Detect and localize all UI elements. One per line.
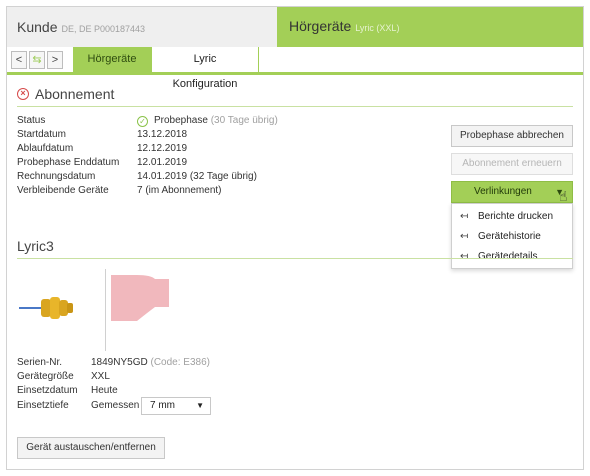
error-circle-icon: × — [17, 88, 29, 100]
status-note: (30 Tage übrig) — [210, 115, 278, 126]
hearing-aid-image — [19, 297, 73, 319]
rechnungsdatum-value: 14.01.2019 (32 Tage übrig) — [137, 171, 257, 182]
caret-down-icon: ▼ — [196, 401, 204, 410]
depth-mode: Gemessen — [91, 400, 140, 411]
date-label: Einsetzdatum — [17, 385, 78, 396]
verbleibende-geraete-value: 7 (im Abonnement) — [137, 185, 222, 196]
check-circle-icon: ✓ — [137, 116, 148, 127]
device-title: Hörgeräte — [289, 18, 352, 34]
abonnement-title: Abonnement — [35, 86, 115, 102]
rechnungsdatum-label: Rechnungsdatum — [17, 171, 96, 182]
nav-swap-button[interactable]: ⇆ — [29, 51, 45, 69]
depth-select[interactable]: 7 mm ▼ — [141, 397, 211, 415]
image-divider — [105, 269, 106, 351]
verlinkungen-label: Verlinkungen — [474, 186, 532, 197]
date-value: Heute — [91, 385, 118, 396]
startdatum-value: 13.12.2018 — [137, 129, 188, 140]
startdatum-label: Startdatum — [17, 129, 66, 140]
device-model: Lyric (XXL) — [355, 23, 400, 33]
status-label: Status — [17, 115, 46, 126]
serial-label: Serien-Nr. — [17, 357, 63, 368]
geraet-austauschen-button[interactable]: Gerät austauschen/entfernen — [17, 437, 165, 459]
tab-hoergeraete[interactable]: Hörgeräte — [73, 47, 151, 72]
size-value: XXL — [91, 371, 110, 382]
device-header: Hörgeräte Lyric (XXL) — [277, 7, 583, 47]
abonnement-erneuern-button[interactable]: Abonnement erneuern — [451, 153, 573, 175]
serial-code: (Code: E386) — [150, 357, 210, 368]
nav-back-button[interactable]: < — [11, 51, 27, 69]
link-arrow-icon: ↤ — [460, 211, 469, 222]
abonnement-section-header: × Abonnement — [17, 83, 573, 107]
customer-header: Kunde DE, DE P000187443 — [7, 7, 277, 47]
probephase-abbrechen-button[interactable]: Probephase abbrechen — [451, 125, 573, 147]
tab-lyric-konfiguration[interactable]: Lyric Konfiguration — [151, 47, 259, 90]
ablaufdatum-value: 12.12.2019 — [137, 143, 188, 154]
nav-forward-button[interactable]: > — [47, 51, 63, 69]
lyric-title: Lyric3 — [17, 238, 54, 254]
customer-title: Kunde — [17, 19, 58, 35]
app-window: Kunde DE, DE P000187443 Hörgeräte Lyric (X… — [6, 6, 584, 470]
tab-bar: < ⇆ > Hörgeräte Lyric Konfiguration — [7, 47, 583, 90]
customer-id: DE, DE P000187443 — [61, 24, 146, 34]
status-value: Probephase — [154, 115, 208, 126]
size-label: Gerätegröße — [17, 371, 74, 382]
serial-value: 1849NY5GD — [91, 357, 148, 368]
verbleibende-geraete-label: Verbleibende Geräte — [17, 185, 109, 196]
ablaufdatum-label: Ablaufdatum — [17, 143, 74, 154]
verlinkungen-dropdown-button[interactable]: Verlinkungen ▼ — [451, 181, 573, 203]
probephase-enddatum-value: 12.01.2019 — [137, 157, 188, 168]
depth-select-value: 7 mm — [150, 400, 175, 411]
lyric-section-header: Lyric3 — [17, 235, 573, 259]
depth-label: Einsetztiefe — [17, 400, 69, 411]
menu-item-berichte-drucken[interactable]: ↤ Berichte drucken — [460, 208, 553, 226]
header-bar: Kunde DE, DE P000187443 Hörgeräte Lyric (X… — [7, 7, 583, 47]
probephase-enddatum-label: Probephase Enddatum — [17, 157, 120, 168]
ear-canal-diagram — [111, 275, 169, 321]
